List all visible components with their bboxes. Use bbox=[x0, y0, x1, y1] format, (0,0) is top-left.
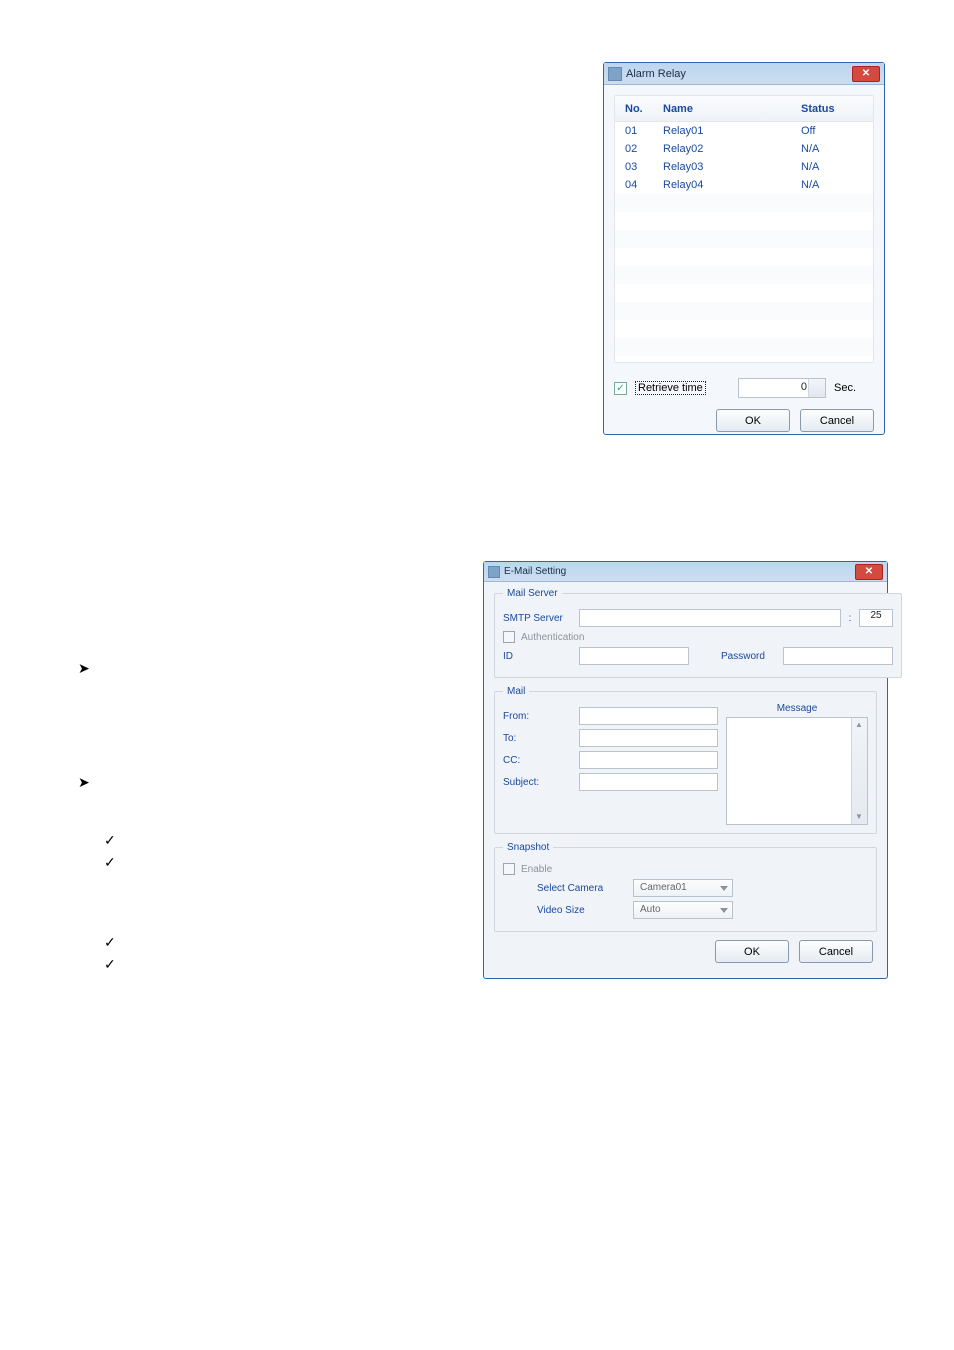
email-setting-title: E-Mail Setting bbox=[504, 566, 566, 577]
cell-no: 03 bbox=[615, 161, 663, 173]
video-size-dropdown[interactable]: Auto bbox=[633, 901, 733, 919]
cell-name: Relay03 bbox=[663, 161, 801, 173]
smtp-port-input[interactable]: 25 bbox=[859, 609, 893, 627]
auth-label: Authentication bbox=[521, 632, 584, 643]
message-textarea[interactable]: ▲ ▼ bbox=[726, 717, 868, 825]
cell-no: 04 bbox=[615, 179, 663, 191]
ok-button[interactable]: OK bbox=[715, 940, 789, 963]
auth-checkbox[interactable] bbox=[503, 631, 515, 643]
cell-name: Relay01 bbox=[663, 125, 801, 137]
cc-label: CC: bbox=[503, 755, 573, 766]
snapshot-enable-checkbox[interactable] bbox=[503, 863, 515, 875]
bullet-check: ✓ bbox=[104, 832, 116, 849]
bullet-check: ✓ bbox=[104, 956, 116, 973]
scroll-up-icon[interactable]: ▲ bbox=[854, 720, 864, 730]
alarm-relay-title: Alarm Relay bbox=[626, 68, 686, 80]
retrieve-time-checkbox[interactable]: ✓ bbox=[614, 382, 627, 395]
password-label: Password bbox=[721, 651, 777, 662]
relay-table: No. Name Status 01 Relay01 Off 02 Relay0… bbox=[614, 95, 874, 363]
snapshot-group: Snapshot Enable Select Camera Camera01 V… bbox=[494, 842, 877, 932]
bullet-arrow: ➤ bbox=[78, 660, 90, 677]
retrieve-time-input[interactable]: 0 bbox=[738, 378, 826, 398]
id-label: ID bbox=[503, 651, 573, 662]
cell-no: 02 bbox=[615, 143, 663, 155]
retrieve-time-row: ✓ Retrieve time 0 Sec. bbox=[614, 373, 874, 403]
close-icon[interactable]: ✕ bbox=[852, 66, 880, 82]
close-icon[interactable]: ✕ bbox=[855, 564, 883, 580]
cell-status: N/A bbox=[801, 143, 873, 155]
cell-name: Relay02 bbox=[663, 143, 801, 155]
from-input[interactable] bbox=[579, 707, 718, 725]
table-row[interactable]: 03 Relay03 N/A bbox=[615, 158, 873, 176]
app-icon bbox=[608, 67, 622, 81]
col-name: Name bbox=[663, 103, 801, 115]
smtp-input[interactable] bbox=[579, 609, 841, 627]
table-row[interactable]: 02 Relay02 N/A bbox=[615, 140, 873, 158]
relay-table-header: No. Name Status bbox=[615, 96, 873, 122]
ok-button[interactable]: OK bbox=[716, 409, 790, 432]
message-header: Message bbox=[726, 703, 868, 717]
bullet-check: ✓ bbox=[104, 934, 116, 951]
cancel-button[interactable]: Cancel bbox=[799, 940, 873, 963]
mail-server-legend: Mail Server bbox=[503, 588, 562, 599]
bullet-arrow: ➤ bbox=[78, 774, 90, 791]
scroll-down-icon[interactable]: ▼ bbox=[854, 812, 864, 822]
retrieve-time-label: Retrieve time bbox=[635, 381, 706, 395]
password-input[interactable] bbox=[783, 647, 893, 665]
from-label: From: bbox=[503, 711, 573, 722]
bullet-check: ✓ bbox=[104, 854, 116, 871]
table-row[interactable]: 04 Relay04 N/A bbox=[615, 176, 873, 194]
select-camera-dropdown[interactable]: Camera01 bbox=[633, 879, 733, 897]
cancel-button[interactable]: Cancel bbox=[800, 409, 874, 432]
scrollbar[interactable]: ▲ ▼ bbox=[851, 718, 867, 824]
table-row[interactable]: 01 Relay01 Off bbox=[615, 122, 873, 140]
alarm-relay-window: Alarm Relay ✕ No. Name Status 01 Relay01… bbox=[603, 62, 885, 435]
mail-server-group: Mail Server SMTP Server : 25 Authenticat… bbox=[494, 588, 902, 678]
to-input[interactable] bbox=[579, 729, 718, 747]
cell-name: Relay04 bbox=[663, 179, 801, 191]
cell-status: N/A bbox=[801, 179, 873, 191]
col-no: No. bbox=[615, 103, 663, 115]
cc-input[interactable] bbox=[579, 751, 718, 769]
alarm-relay-titlebar[interactable]: Alarm Relay ✕ bbox=[604, 63, 884, 85]
id-input[interactable] bbox=[579, 647, 689, 665]
cell-status: N/A bbox=[801, 161, 873, 173]
cell-status: Off bbox=[801, 125, 873, 137]
col-status: Status bbox=[801, 103, 873, 115]
port-colon: : bbox=[847, 613, 853, 624]
email-setting-titlebar[interactable]: E-Mail Setting ✕ bbox=[484, 562, 887, 582]
snapshot-legend: Snapshot bbox=[503, 842, 553, 853]
to-label: To: bbox=[503, 733, 573, 744]
retrieve-time-unit: Sec. bbox=[834, 382, 874, 394]
select-camera-label: Select Camera bbox=[537, 883, 627, 894]
subject-label: Subject: bbox=[503, 777, 573, 788]
mail-group: Mail From: To: CC: Subject: Message ▲ ▼ bbox=[494, 686, 877, 834]
app-icon bbox=[488, 566, 500, 578]
mail-legend: Mail bbox=[503, 686, 529, 697]
snapshot-enable-label: Enable bbox=[521, 864, 552, 875]
smtp-label: SMTP Server bbox=[503, 613, 573, 624]
email-setting-window: E-Mail Setting ✕ Mail Server SMTP Server… bbox=[483, 561, 888, 979]
empty-rows bbox=[615, 194, 873, 356]
video-size-label: Video Size bbox=[537, 905, 627, 916]
subject-input[interactable] bbox=[579, 773, 718, 791]
cell-no: 01 bbox=[615, 125, 663, 137]
